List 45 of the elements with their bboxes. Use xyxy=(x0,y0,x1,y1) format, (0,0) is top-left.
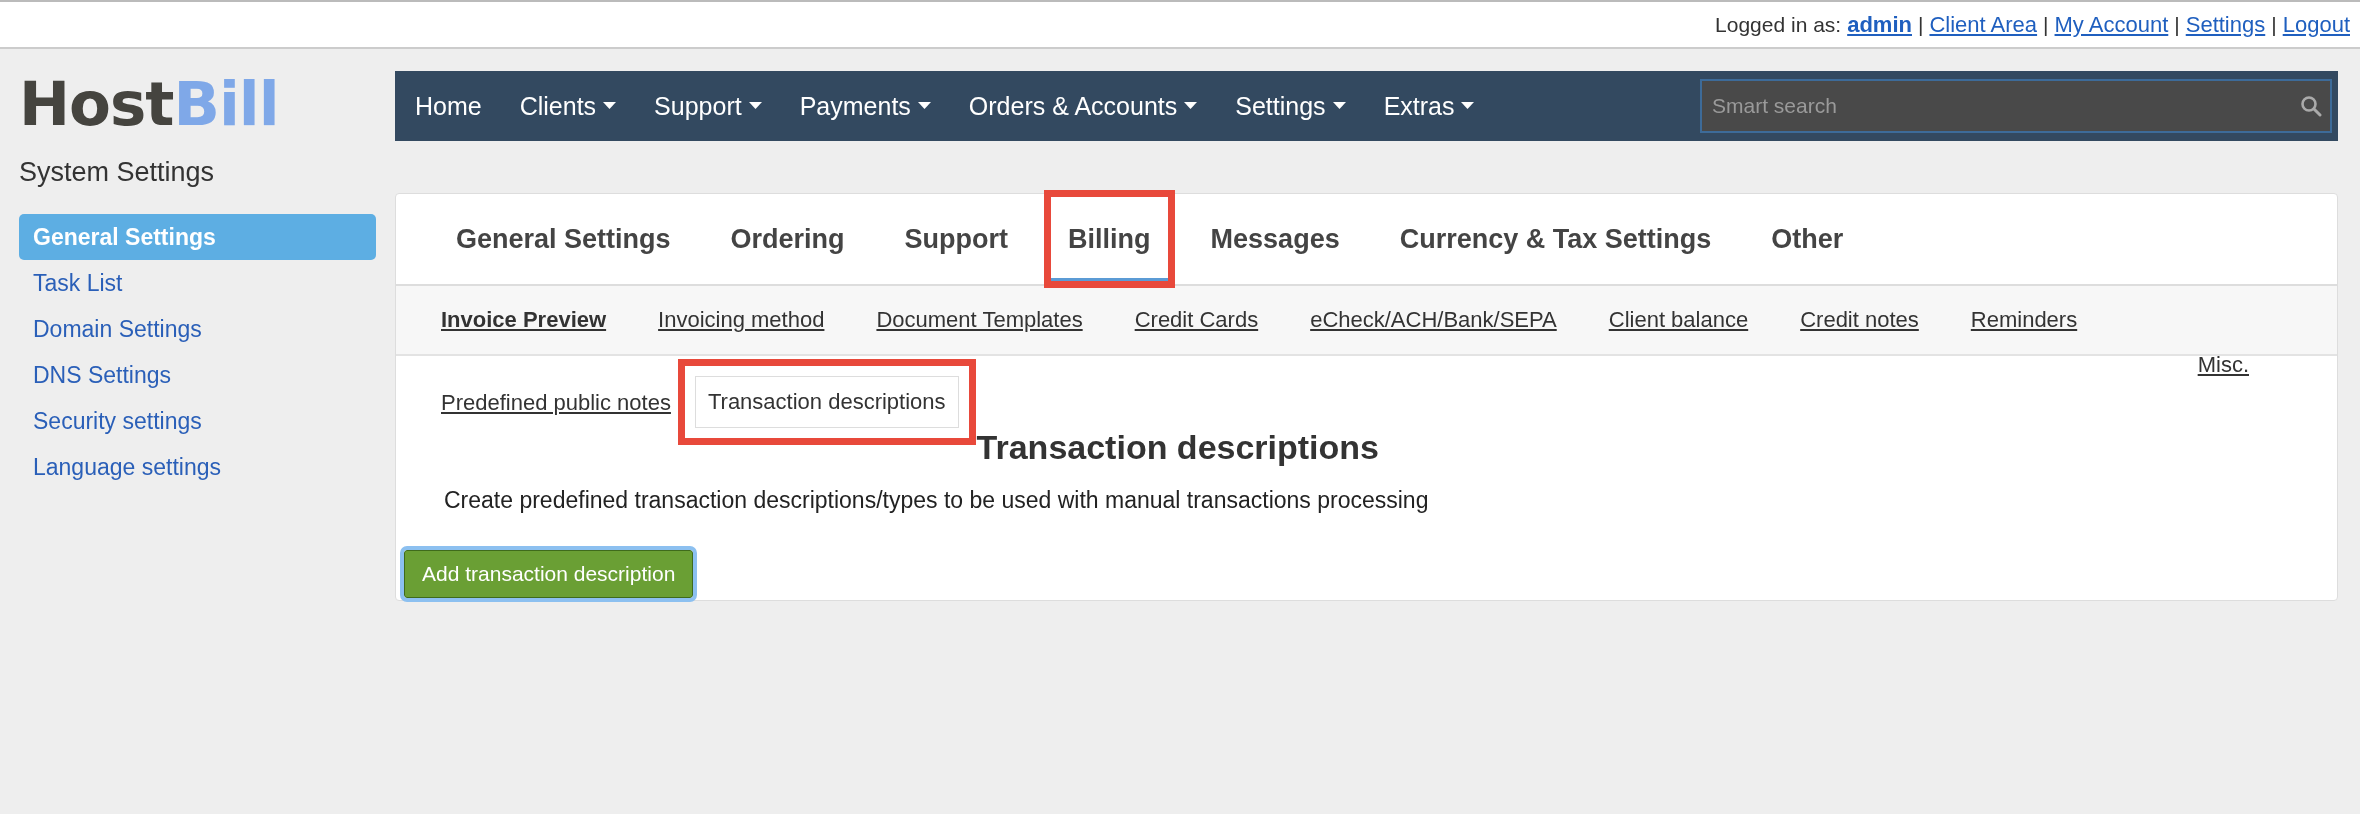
nav-menu-item[interactable]: Home xyxy=(415,91,482,121)
separator: | xyxy=(2174,12,2180,37)
settings-tab[interactable]: Messages xyxy=(1190,194,1360,284)
settings-tab[interactable]: Support xyxy=(884,194,1029,284)
nav-menu-item[interactable]: Extras xyxy=(1383,91,1475,121)
nav-menu-item[interactable]: Clients xyxy=(519,91,617,121)
nav-menu-item[interactable]: Payments xyxy=(799,91,931,121)
subtab-link[interactable]: Reminders xyxy=(1970,307,2078,333)
sidebar-item[interactable]: DNS Settings xyxy=(19,352,376,398)
logged-in-label: Logged in as: xyxy=(1715,12,1842,37)
top-link[interactable]: Logout xyxy=(2282,11,2350,38)
subtab-link[interactable]: Credit Cards xyxy=(1134,307,1259,333)
misc-link[interactable]: Misc. xyxy=(2197,352,2249,378)
separator: | xyxy=(2271,12,2277,37)
settings-tab[interactable]: Currency & Tax Settings xyxy=(1379,194,1732,284)
section-tab[interactable]: Transaction descriptions xyxy=(694,376,959,428)
nav-menu-item[interactable]: Settings xyxy=(1235,91,1346,121)
sidebar-item[interactable]: Task List xyxy=(19,260,376,306)
settings-tab[interactable]: Other xyxy=(1751,194,1864,284)
search-field[interactable]: Smart search xyxy=(1700,79,2332,133)
sidebar-title: System Settings xyxy=(19,157,215,188)
section-title: Transaction descriptions xyxy=(976,428,1380,467)
settings-tab[interactable]: Ordering xyxy=(710,194,865,284)
subtab-link[interactable]: eCheck/ACH/Bank/SEPA xyxy=(1310,307,1557,333)
subtab-link[interactable]: Invoicing method xyxy=(658,307,825,333)
settings-tab[interactable]: General Settings xyxy=(436,194,691,284)
logo: HostBill xyxy=(19,69,279,139)
sidebar-item[interactable]: Security settings xyxy=(19,398,376,444)
sidebar-item[interactable]: Language settings xyxy=(19,444,376,490)
nav-menu-item[interactable]: Support xyxy=(654,91,762,121)
nav-menu-item[interactable]: Orders & Accounts xyxy=(968,91,1198,121)
subtab-link[interactable]: Client balance xyxy=(1608,307,1749,333)
sidebar-item[interactable]: Domain Settings xyxy=(19,306,376,352)
section-tab[interactable]: Predefined public notes xyxy=(441,376,683,430)
subtab-link[interactable]: Credit notes xyxy=(1800,307,1919,333)
subtab-link[interactable]: Invoice Preview xyxy=(441,307,607,333)
subtab-link[interactable]: Document Templates xyxy=(876,307,1083,333)
section-description: Create predefined transaction descriptions/types to be used with manual transactions processing xyxy=(444,487,1430,514)
top-link[interactable]: Client Area xyxy=(1929,11,2038,38)
top-link[interactable]: My Account xyxy=(2054,11,2169,38)
top-link[interactable]: Settings xyxy=(2185,11,2266,38)
separator: | xyxy=(2043,12,2049,37)
user-link[interactable]: admin xyxy=(1847,11,1912,38)
separator: | xyxy=(1918,12,1924,37)
search-icon[interactable] xyxy=(2300,95,2322,117)
